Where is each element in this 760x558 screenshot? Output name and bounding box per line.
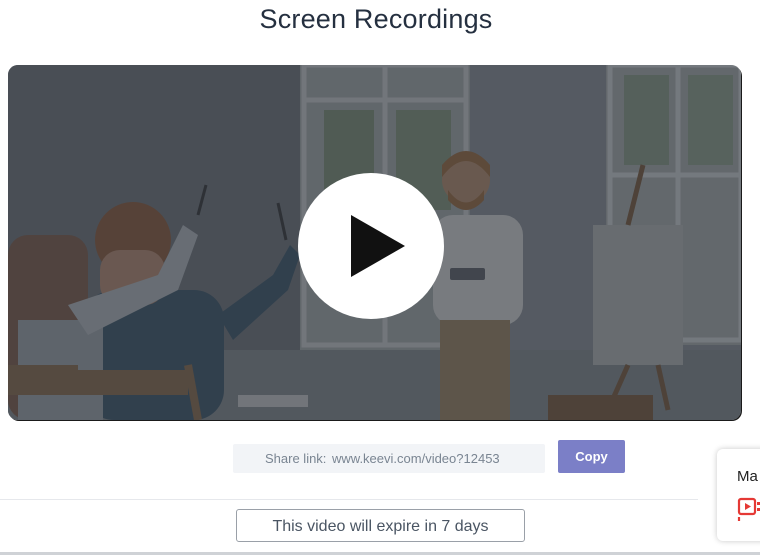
play-icon [351,215,405,277]
bottom-rule [0,552,760,555]
share-link-url[interactable]: www.keevi.com/video?12453 [332,444,500,473]
expiry-notice: This video will expire in 7 days [236,509,525,542]
page-title: Screen Recordings [259,4,493,34]
video-record-icon [737,497,760,521]
share-link-label: Share link: [265,451,327,466]
copy-button[interactable]: Copy [558,440,625,473]
share-link-box: Share link: www.keevi.com/video?12453 [233,444,545,473]
side-widget[interactable]: Ma [717,449,760,541]
play-button[interactable] [298,173,444,319]
page: Screen Recordings Share link: www.keevi.… [0,0,760,558]
divider [0,499,698,500]
side-widget-label: Ma [737,468,758,485]
video-player[interactable] [8,65,741,420]
